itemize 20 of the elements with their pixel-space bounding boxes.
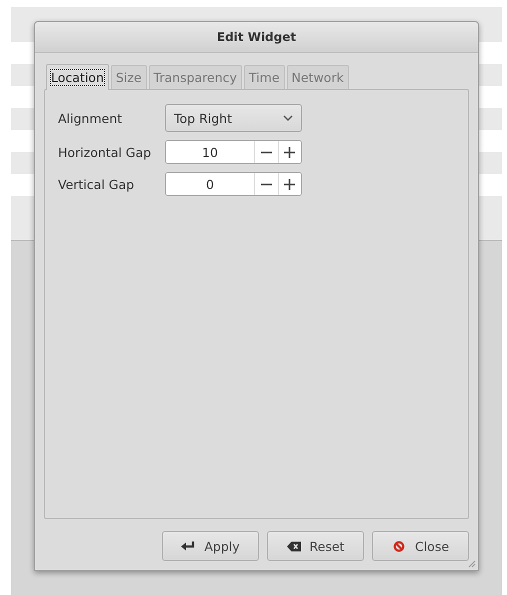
plus-icon [284, 178, 296, 190]
no-entry-icon [392, 540, 406, 552]
spin-box[interactable]: 0 [165, 172, 302, 196]
window-title: Edit Widget [216, 30, 296, 44]
plus-icon [284, 146, 296, 158]
reset-button[interactable]: Reset [267, 531, 364, 561]
dropdown[interactable]: Top Right [165, 104, 302, 132]
enter-arrow-icon [181, 540, 196, 552]
spin-box[interactable]: 10 [165, 140, 302, 164]
resize-grip-icon[interactable] [468, 560, 476, 568]
plus-button[interactable] [278, 141, 301, 163]
chevron-down-icon [283, 115, 293, 121]
tab[interactable]: Location [46, 64, 109, 90]
field-label: Alignment [58, 110, 124, 126]
field-label: Horizontal Gap [58, 144, 152, 160]
field-label: Vertical Gap [58, 176, 136, 192]
backspace-icon [286, 540, 301, 552]
close-button[interactable]: Close [372, 531, 469, 561]
plus-button[interactable] [278, 173, 301, 195]
apply-button[interactable]: Apply [162, 531, 259, 561]
